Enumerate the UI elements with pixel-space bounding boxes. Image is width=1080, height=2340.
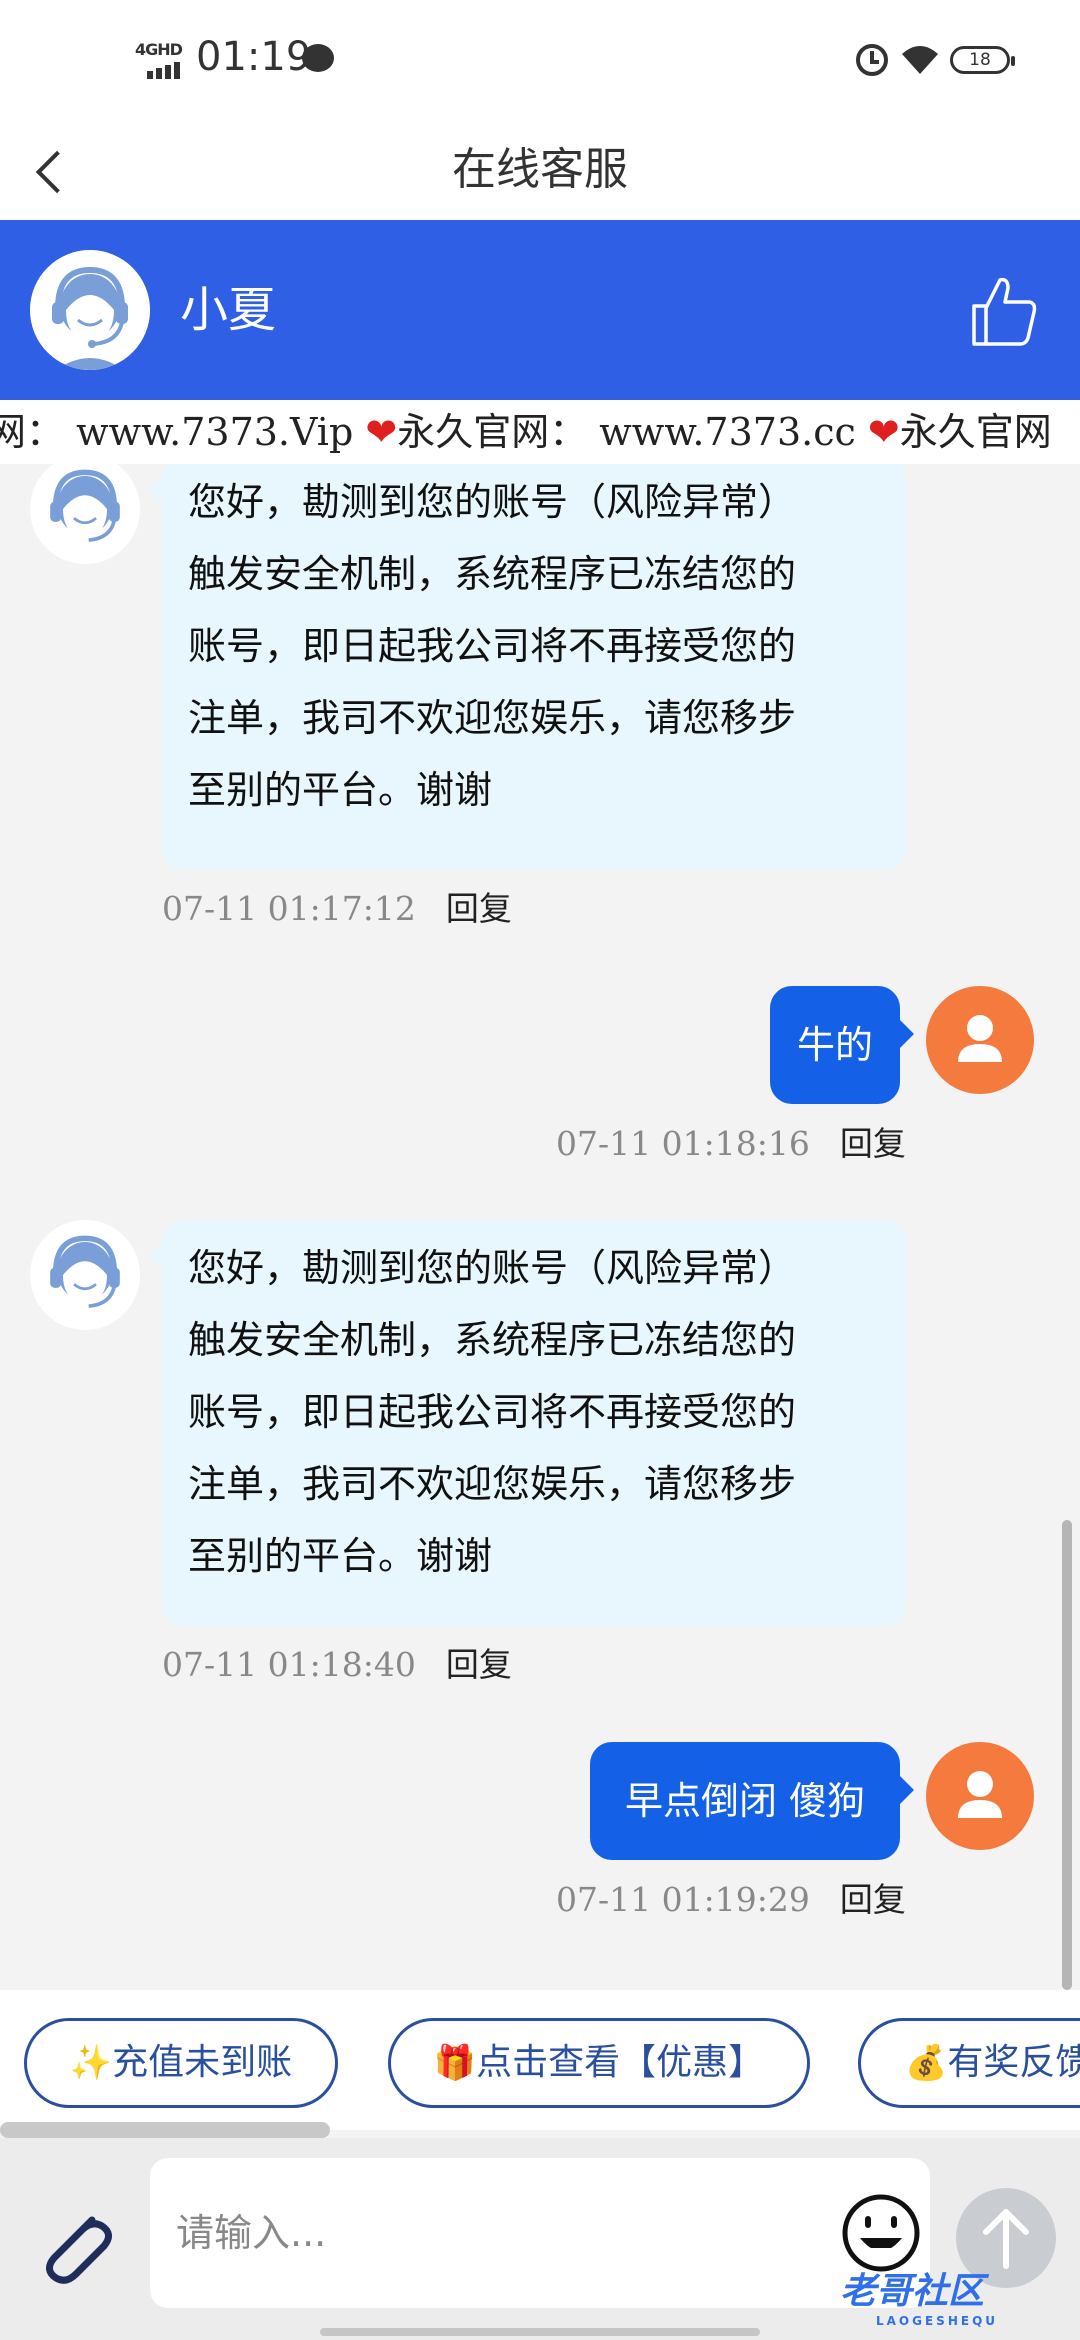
sparkles-icon: ✨ bbox=[69, 2043, 113, 2083]
watermark-subtext: LAOGESHEQU bbox=[876, 2314, 999, 2328]
alarm-icon bbox=[856, 44, 888, 76]
user-avatar bbox=[926, 1742, 1034, 1850]
home-indicator[interactable] bbox=[320, 2328, 760, 2336]
headset-agent-icon bbox=[50, 1235, 120, 1308]
agent-avatar-small bbox=[30, 1220, 140, 1330]
agent-avatar bbox=[30, 250, 150, 370]
quick-replies-scrollbar[interactable] bbox=[0, 2122, 330, 2138]
user-icon bbox=[958, 1015, 1002, 1062]
quick-reply-label: 有奖反馈 bbox=[947, 2042, 1080, 2083]
marquee-track: 网： www.7373.Vip ❤永久官网： www.7373.cc ❤永久官网 bbox=[0, 408, 1052, 456]
message-meta: 07-11 01:17:12 回复 bbox=[162, 887, 512, 931]
message-meta: 07-11 01:18:16 回复 bbox=[556, 1122, 906, 1166]
quick-reply-recharge[interactable]: ✨充值未到账 bbox=[24, 2018, 338, 2108]
quick-reply-feedback[interactable]: 💰有奖反馈 bbox=[858, 2018, 1080, 2108]
reply-link[interactable]: 回复 bbox=[446, 889, 512, 928]
incoming-message[interactable]: 您好，勘测到您的账号（风险异常） 触发安全机制，系统程序已冻结您的 账号，即日起… bbox=[148, 1220, 906, 1626]
quick-replies: ✨充值未到账 🎁点击查看【优惠】 💰有奖反馈 bbox=[0, 1990, 1080, 2130]
nav-header: 在线客服 bbox=[0, 120, 1080, 220]
heart-icon: ❤ bbox=[365, 410, 398, 454]
watermark-logo: 老哥社区 LAOGESHEQU bbox=[840, 2262, 998, 2328]
network-type: 4GHD bbox=[135, 40, 183, 59]
quick-reply-label: 点击查看【优惠】 bbox=[476, 2042, 765, 2083]
wifi-icon bbox=[902, 46, 938, 74]
page-title: 在线客服 bbox=[452, 144, 628, 195]
marquee-text: 永久官网： www.7373.cc bbox=[397, 410, 868, 454]
message-timestamp: 07-11 01:17:12 bbox=[162, 889, 416, 928]
quick-reply-promotions[interactable]: 🎁点击查看【优惠】 bbox=[388, 2018, 810, 2108]
incoming-message[interactable]: 您好，勘测到您的账号（风险异常） 触发安全机制，系统程序已冻结您的 账号，即日起… bbox=[148, 464, 906, 870]
announcement-marquee: 网： www.7373.Vip ❤永久官网： www.7373.cc ❤永久官网 bbox=[0, 400, 1080, 464]
gift-icon: 🎁 bbox=[433, 2043, 477, 2083]
quick-reply-label: 充值未到账 bbox=[112, 2042, 293, 2083]
user-avatar bbox=[926, 986, 1034, 1094]
marquee-text: 永久官网 bbox=[899, 410, 1052, 454]
thumbs-up-button[interactable] bbox=[968, 272, 1040, 348]
headset-agent-icon bbox=[50, 469, 120, 542]
agent-avatar-small bbox=[30, 464, 140, 564]
message-icon bbox=[302, 44, 334, 72]
chat-messages[interactable]: 您好，勘测到您的账号（风险异常） 触发安全机制，系统程序已冻结您的 账号，即日起… bbox=[0, 464, 1080, 1990]
outgoing-message[interactable]: 牛的 bbox=[770, 986, 914, 1104]
watermark-text: 老哥社区 bbox=[840, 2271, 985, 2312]
money-bag-icon: 💰 bbox=[905, 2043, 948, 2083]
message-timestamp: 07-11 01:18:40 bbox=[162, 1645, 416, 1684]
battery-icon: 18 bbox=[950, 46, 1015, 74]
message-meta: 07-11 01:18:40 回复 bbox=[162, 1643, 512, 1687]
reply-link[interactable]: 回复 bbox=[840, 1880, 906, 1919]
chat-scrollbar[interactable] bbox=[1062, 1520, 1072, 1990]
thumbs-up-icon bbox=[972, 277, 1037, 346]
battery-level: 18 bbox=[969, 50, 991, 70]
message-meta: 07-11 01:19:29 回复 bbox=[556, 1878, 906, 1922]
user-icon bbox=[958, 1771, 1002, 1818]
headset-agent-icon bbox=[30, 250, 150, 370]
agent-banner: 小夏 bbox=[0, 220, 1080, 400]
heart-icon: ❤ bbox=[867, 410, 900, 454]
attach-button[interactable] bbox=[30, 2198, 120, 2288]
agent-name: 小夏 bbox=[180, 282, 277, 338]
reply-link[interactable]: 回复 bbox=[446, 1645, 512, 1684]
signal-icon: 4GHD bbox=[135, 40, 185, 79]
status-time: 01:19 bbox=[196, 34, 312, 80]
paperclip-icon bbox=[46, 2216, 112, 2284]
status-bar: 4GHD 01:19 18 bbox=[0, 0, 1080, 120]
reply-link[interactable]: 回复 bbox=[840, 1124, 906, 1163]
message-timestamp: 07-11 01:19:29 bbox=[556, 1880, 810, 1919]
marquee-text: 网： www.7373.Vip bbox=[0, 410, 366, 454]
message-timestamp: 07-11 01:18:16 bbox=[556, 1124, 810, 1163]
outgoing-message[interactable]: 早点倒闭 傻狗 bbox=[590, 1742, 914, 1860]
message-input[interactable] bbox=[150, 2158, 930, 2308]
